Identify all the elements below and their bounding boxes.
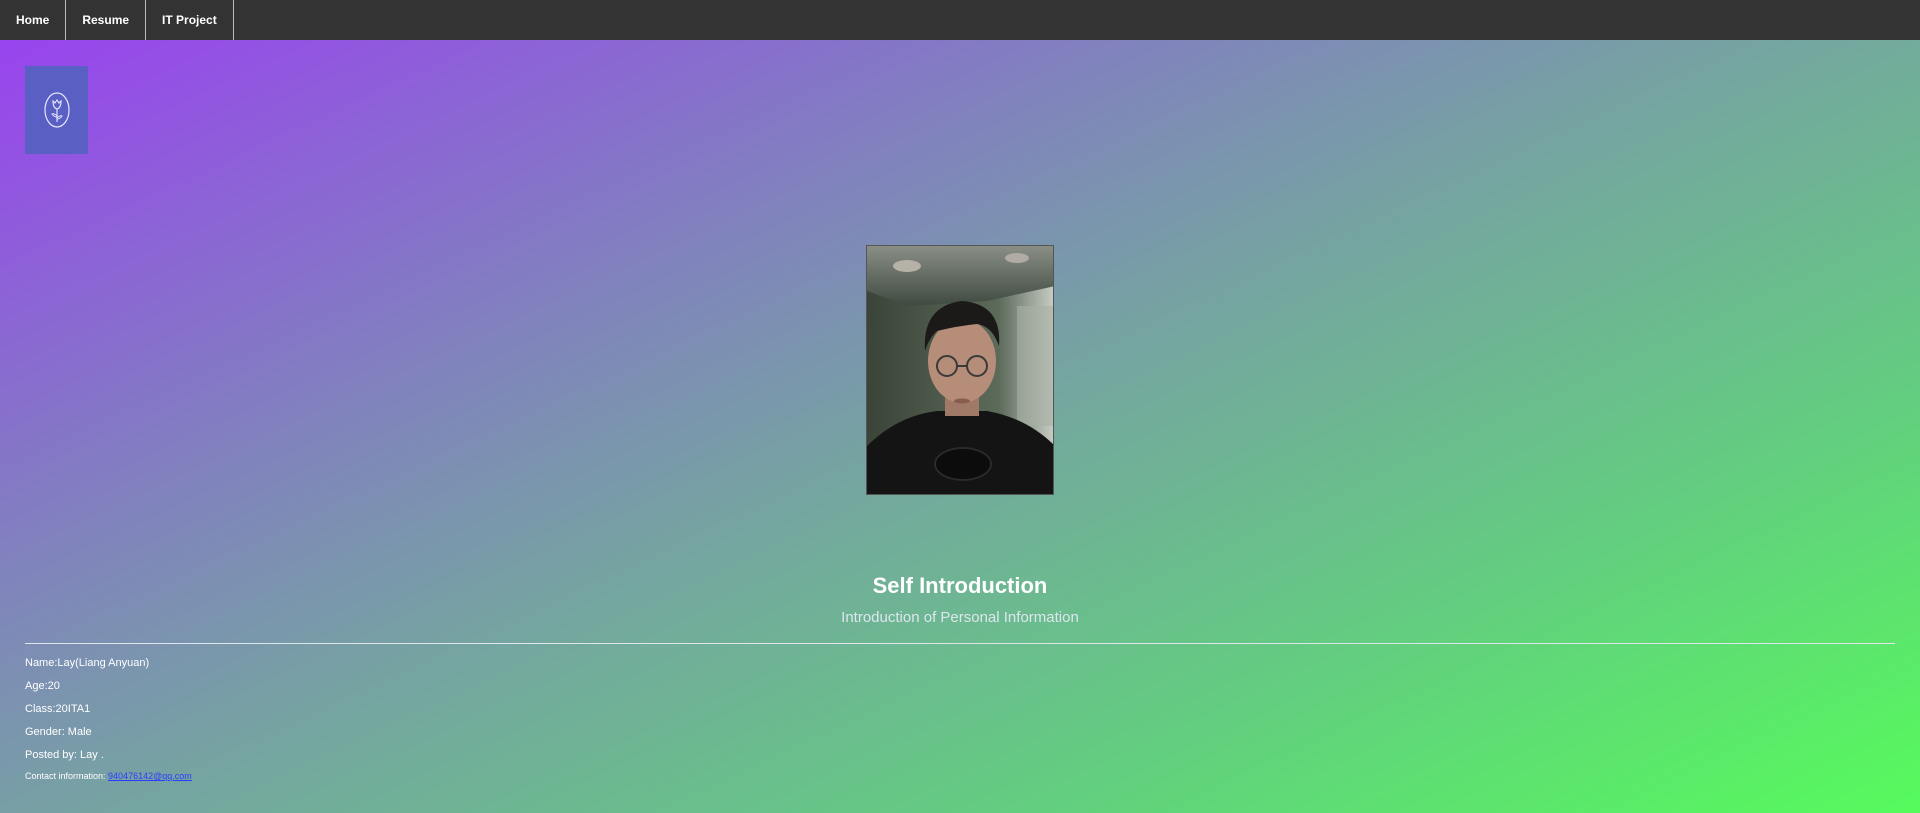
info-age: Age:20	[25, 680, 60, 692]
contact-email-link[interactable]: 940476142@qq.com	[108, 771, 192, 781]
info-name: Name:Lay(Liang Anyuan)	[25, 657, 150, 669]
section-title: Self Introduction	[872, 573, 1048, 598]
tulip-icon	[43, 92, 70, 128]
info-gender: Gender: Male	[25, 726, 92, 738]
nav-it-project[interactable]: IT Project	[146, 0, 234, 40]
divider	[25, 643, 1895, 644]
nav-home[interactable]: Home	[0, 0, 67, 40]
nav-resume[interactable]: Resume	[66, 0, 147, 40]
profile-photo	[866, 245, 1054, 495]
info-posted-by: Posted by: Lay .	[25, 749, 104, 761]
contact-label: Contact information:	[25, 771, 109, 781]
person-photo-icon	[867, 246, 1053, 494]
info-class: Class:20ITA1	[25, 703, 91, 715]
logo	[25, 66, 88, 154]
contact-info: Contact information: 940476142@qq.com	[25, 771, 192, 781]
top-navbar: Home Resume IT Project	[0, 0, 1920, 40]
section-subtitle: Introduction of Personal Information	[841, 609, 1079, 626]
